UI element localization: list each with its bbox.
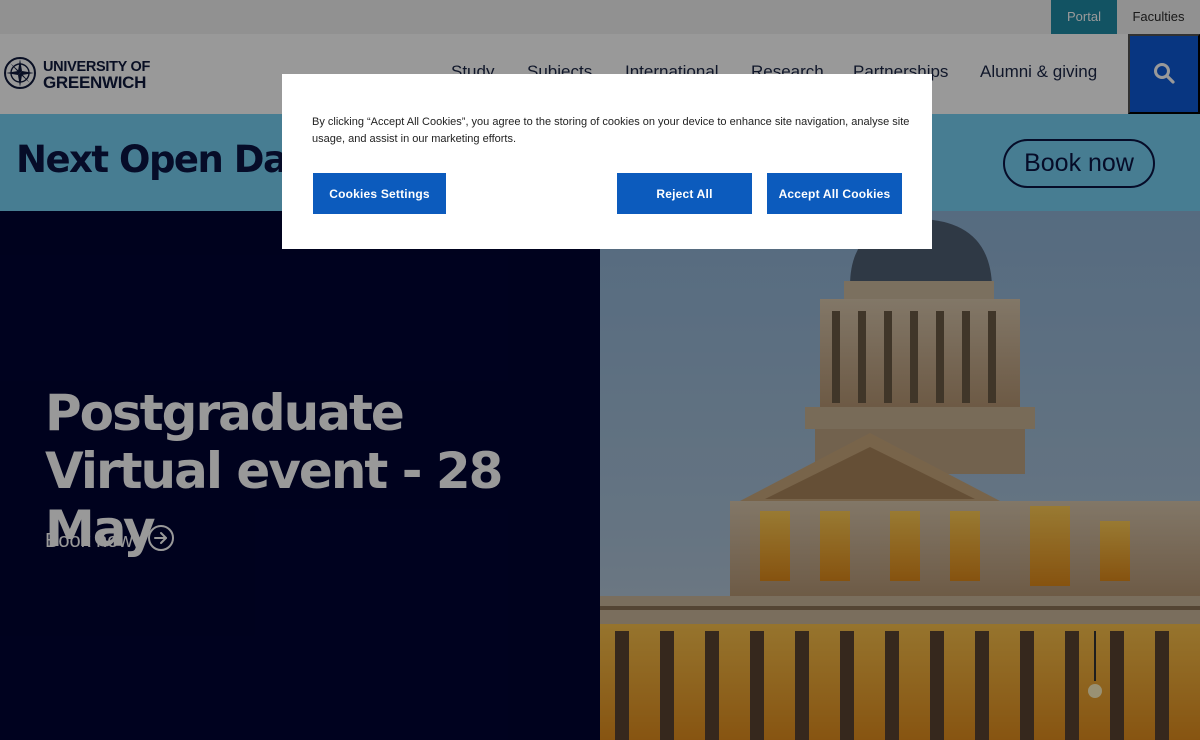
accept-all-cookies-button[interactable]: Accept All Cookies <box>767 173 902 214</box>
cookies-settings-button[interactable]: Cookies Settings <box>313 173 446 214</box>
reject-all-button[interactable]: Reject All <box>617 173 752 214</box>
cookie-consent-text: By clicking “Accept All Cookies”, you ag… <box>312 116 910 145</box>
cookie-consent-dialog: By clicking “Accept All Cookies”, you ag… <box>282 74 932 249</box>
